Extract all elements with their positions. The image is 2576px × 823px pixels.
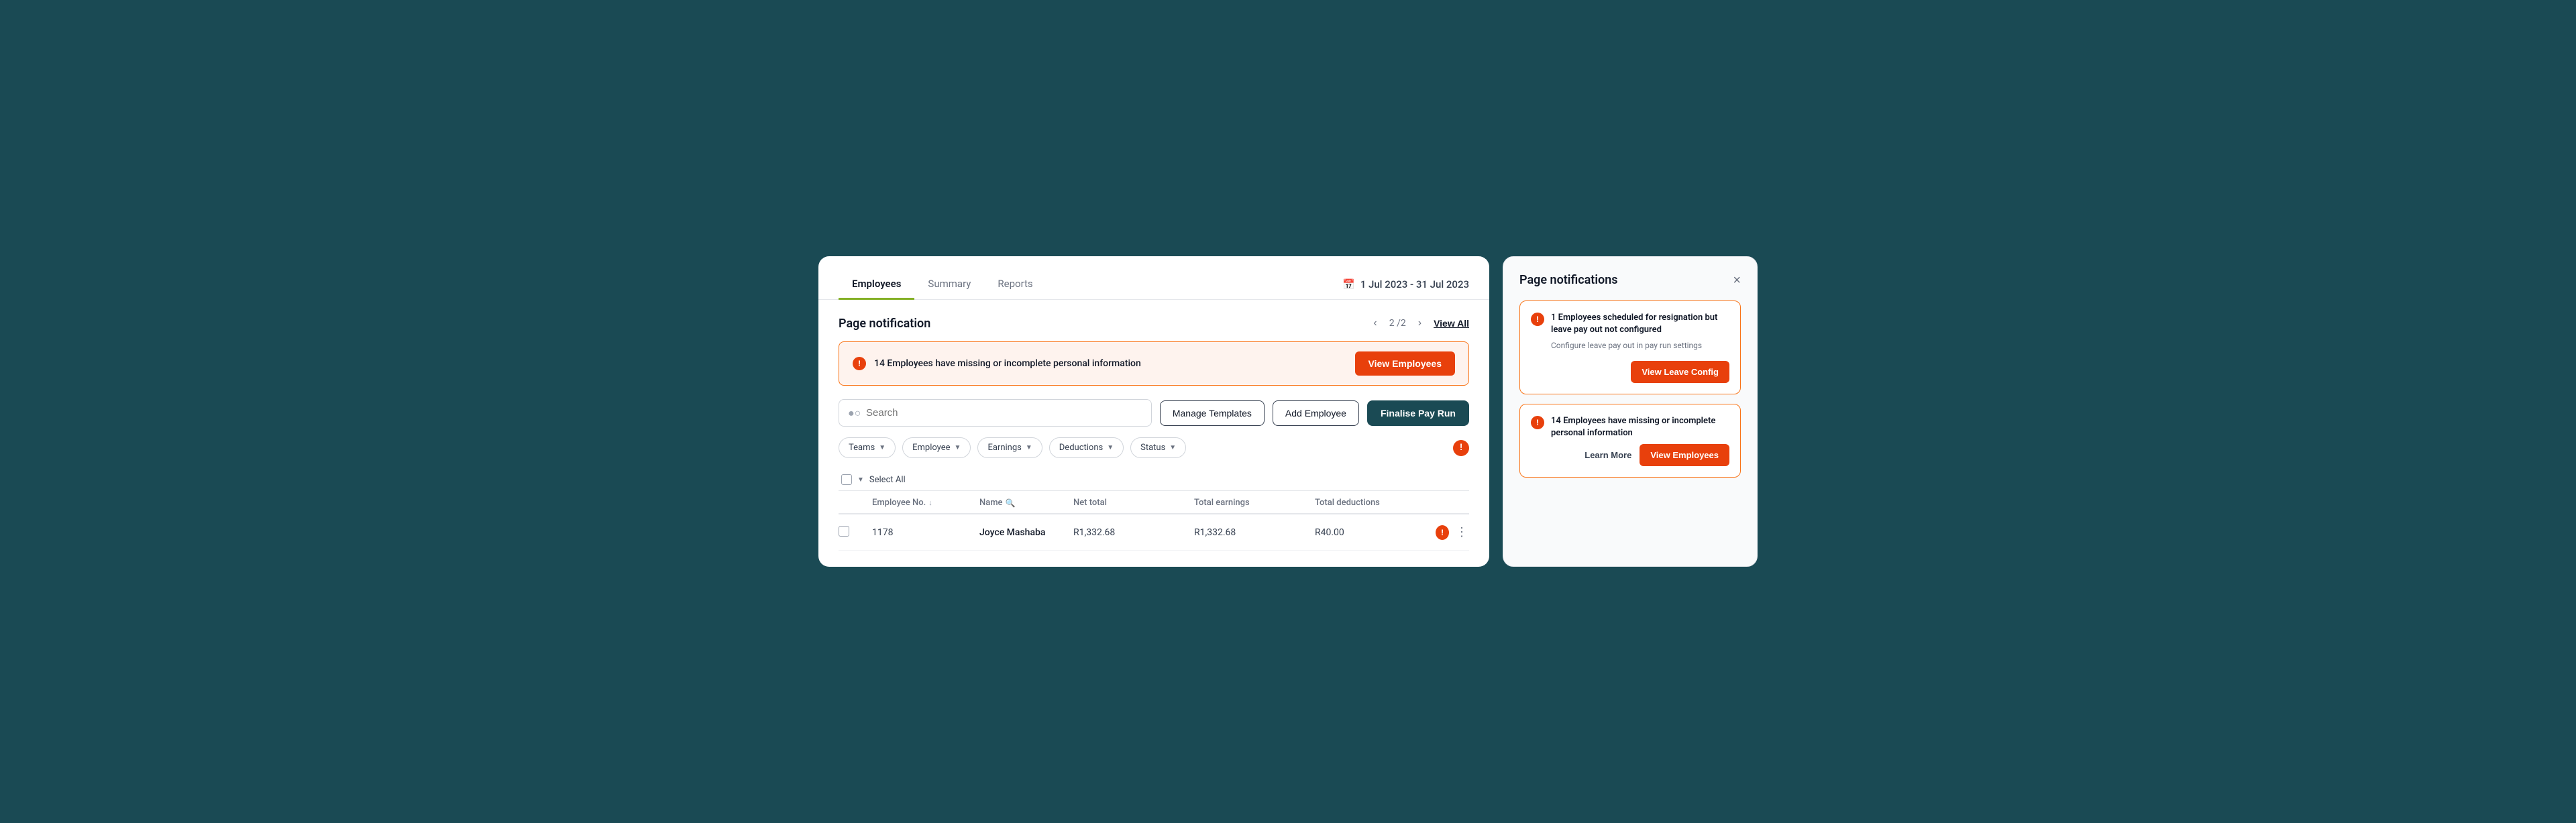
action-bar: ●○ Manage Templates Add Employee Finalis…	[839, 399, 1469, 427]
filter-status[interactable]: Status ▼	[1130, 437, 1186, 458]
row-warning-icon: !	[1436, 525, 1449, 540]
chevron-down-icon: ▼	[1107, 444, 1114, 451]
filter-teams-label: Teams	[849, 443, 875, 453]
page-notification-title: Page notification	[839, 317, 930, 331]
pagination-text: 2 /2	[1389, 318, 1406, 329]
filter-employee-label: Employee	[912, 443, 950, 453]
filter-earnings-label: Earnings	[987, 443, 1021, 453]
notification-card-2: ! 14 Employees have missing or incomplet…	[1519, 404, 1741, 477]
notif-2-header: ! 14 Employees have missing or incomplet…	[1531, 415, 1729, 439]
notification-banner-text: 14 Employees have missing or incomplete …	[874, 358, 1141, 369]
filter-employee[interactable]: Employee ▼	[902, 437, 971, 458]
pagination-prev[interactable]: ‹	[1369, 316, 1381, 331]
close-panel-button[interactable]: ×	[1733, 274, 1741, 287]
add-employee-button[interactable]: Add Employee	[1273, 400, 1359, 426]
notif-2-actions: Learn More View Employees	[1531, 444, 1729, 466]
chevron-down-icon: ▼	[879, 444, 885, 451]
row-total-earnings: R1,332.68	[1194, 527, 1315, 538]
date-range-text: 1 Jul 2023 - 31 Jul 2023	[1360, 278, 1469, 290]
filter-teams[interactable]: Teams ▼	[839, 437, 896, 458]
filter-warning-icon: !	[1453, 440, 1469, 456]
notif-1-primary-button[interactable]: View Leave Config	[1631, 361, 1729, 383]
calendar-icon: 📅	[1342, 278, 1355, 290]
page-notification-header: Page notification ‹ 2 /2 › View All	[839, 316, 1469, 331]
chevron-down-icon: ▼	[1026, 444, 1032, 451]
search-icon: ●○	[848, 406, 861, 420]
manage-templates-button[interactable]: Manage Templates	[1160, 400, 1265, 426]
pagination-next[interactable]: ›	[1414, 316, 1426, 331]
chevron-down-icon: ▼	[955, 444, 961, 451]
row-total-deductions: R40.00	[1315, 527, 1436, 538]
notif-1-header: ! 1 Employees scheduled for resignation …	[1531, 312, 1729, 336]
row-more-button[interactable]: ⋮	[1454, 524, 1469, 541]
filter-bar: Teams ▼ Employee ▼ Earnings ▼ Deductions…	[839, 437, 1469, 458]
chevron-down-icon: ▼	[1169, 444, 1176, 451]
search-container: ●○	[839, 399, 1152, 427]
notif-2-secondary-button[interactable]: Learn More	[1585, 450, 1631, 460]
notification-banner-left: ! 14 Employees have missing or incomplet…	[853, 357, 1141, 370]
table-column-headers: Employee No. ↓ Name 🔍 Net total Total ea…	[839, 492, 1469, 514]
tab-reports[interactable]: Reports	[984, 270, 1046, 300]
col-name: Name 🔍	[979, 498, 1073, 508]
view-all-button[interactable]: View All	[1434, 318, 1469, 329]
date-range: 📅 1 Jul 2023 - 31 Jul 2023	[1342, 278, 1469, 290]
table-row: 1178 Joyce Mashaba R1,332.68 R1,332.68 R…	[839, 514, 1469, 551]
filter-deductions-label: Deductions	[1059, 443, 1103, 453]
notif-2-primary-button[interactable]: View Employees	[1640, 444, 1729, 466]
tab-employees[interactable]: Employees	[839, 270, 914, 300]
select-all-label: Select All	[869, 475, 906, 485]
sort-icon[interactable]: ↓	[928, 498, 932, 507]
filter-status-label: Status	[1140, 443, 1165, 453]
col-emp-no: Employee No. ↓	[872, 498, 979, 508]
col-total-earnings: Total earnings	[1194, 498, 1315, 508]
col-total-deductions: Total deductions	[1315, 498, 1436, 508]
search-input[interactable]	[839, 399, 1152, 427]
select-all-row: ▼ Select All	[839, 469, 1469, 491]
notif-1-icon: !	[1531, 313, 1544, 326]
main-card: Employees Summary Reports 📅 1 Jul 2023 -…	[818, 256, 1489, 567]
banner-warning-icon: !	[853, 357, 866, 370]
panel-title: Page notifications	[1519, 273, 1618, 287]
page-content: Page notification ‹ 2 /2 › View All ! 14…	[818, 300, 1489, 567]
row-emp-no: 1178	[872, 527, 979, 538]
tab-summary[interactable]: Summary	[914, 270, 984, 300]
notif-1-actions: View Leave Config	[1531, 361, 1729, 383]
name-search-icon[interactable]: 🔍	[1006, 498, 1016, 508]
finalise-pay-run-button[interactable]: Finalise Pay Run	[1367, 400, 1469, 426]
notif-2-title: 14 Employees have missing or incomplete …	[1551, 415, 1729, 439]
row-name: Joyce Mashaba	[979, 527, 1073, 538]
notif-1-desc: Configure leave pay out in pay run setti…	[1551, 340, 1729, 351]
notifications-panel: Page notifications × ! 1 Employees sched…	[1503, 256, 1758, 567]
col-actions	[1436, 498, 1469, 508]
view-employees-banner-button[interactable]: View Employees	[1355, 351, 1455, 376]
notification-card-1: ! 1 Employees scheduled for resignation …	[1519, 300, 1741, 394]
filter-deductions[interactable]: Deductions ▼	[1049, 437, 1124, 458]
row-net-total: R1,332.68	[1073, 527, 1194, 538]
row-checkbox[interactable]	[839, 526, 849, 537]
notif-2-icon: !	[1531, 416, 1544, 429]
pagination-controls: ‹ 2 /2 › View All	[1369, 316, 1469, 331]
panel-header: Page notifications ×	[1519, 273, 1741, 287]
notification-banner: ! 14 Employees have missing or incomplet…	[839, 341, 1469, 386]
select-all-checkbox[interactable]	[841, 474, 852, 485]
tabs-header: Employees Summary Reports 📅 1 Jul 2023 -…	[818, 256, 1489, 300]
row-actions: ! ⋮	[1436, 524, 1469, 541]
select-all-chevron[interactable]: ▼	[857, 476, 864, 484]
col-checkbox	[839, 498, 872, 508]
row-checkbox-cell	[839, 526, 872, 539]
col-net-total: Net total	[1073, 498, 1194, 508]
notif-1-title: 1 Employees scheduled for resignation bu…	[1551, 312, 1729, 336]
filter-earnings[interactable]: Earnings ▼	[977, 437, 1042, 458]
tabs-nav: Employees Summary Reports	[839, 270, 1046, 299]
